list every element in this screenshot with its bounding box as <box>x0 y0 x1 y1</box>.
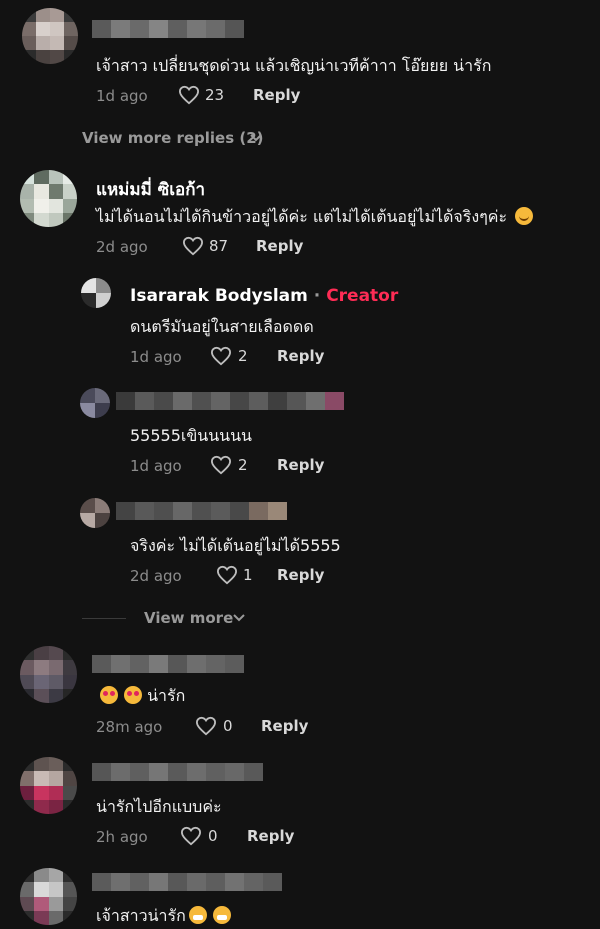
like-count: 0 <box>208 827 218 845</box>
heart-eyes-emoji-icon <box>100 686 118 704</box>
avatar[interactable] <box>81 278 111 308</box>
comment-time: 28m ago <box>96 718 163 736</box>
divider <box>82 618 126 619</box>
comment-text-body: ไม่ได้นอนไม่ได้กินข้าวอยู่ได้ค่ะ แต่ไม่ไ… <box>96 207 508 226</box>
comment-text-body: น่ารัก <box>147 686 186 705</box>
view-more-button[interactable]: View more <box>144 609 233 627</box>
comment-time: 1d ago <box>130 348 182 366</box>
badge-separator: · <box>313 286 321 306</box>
grin-emoji-icon <box>212 906 231 924</box>
heart-icon[interactable] <box>180 826 202 846</box>
blurred-username <box>92 655 244 673</box>
avatar[interactable] <box>20 868 77 925</box>
comment-text: 55555เขินนนนน <box>130 426 252 445</box>
heart-icon[interactable] <box>216 565 238 585</box>
heart-icon[interactable] <box>178 85 200 105</box>
avatar[interactable] <box>20 757 77 814</box>
comment-time: 2d ago <box>96 238 148 256</box>
heart-icon[interactable] <box>210 346 232 366</box>
reply-button[interactable]: Reply <box>247 827 294 845</box>
comment-time: 1d ago <box>130 457 182 475</box>
like-count: 2 <box>238 456 248 474</box>
reply-button[interactable]: Reply <box>277 566 324 584</box>
heart-icon[interactable] <box>195 716 217 736</box>
view-more-replies-button[interactable]: View more replies (2) <box>82 129 264 147</box>
comment-text: เจ้าสาว เปลี่ยนชุดด่วน แล้วเชิญน่าเวทีค้… <box>96 56 492 75</box>
avatar[interactable] <box>20 646 77 703</box>
like-count: 23 <box>205 86 225 104</box>
grin-emoji-icon <box>188 906 207 924</box>
avatar[interactable] <box>22 8 78 64</box>
comment-time: 2d ago <box>130 567 182 585</box>
blurred-username <box>116 502 287 520</box>
chevron-down-icon <box>233 614 245 622</box>
blurred-username <box>116 392 344 410</box>
avatar[interactable] <box>80 498 110 528</box>
smile-emoji-icon <box>515 207 534 225</box>
like-count: 2 <box>238 347 248 365</box>
reply-button[interactable]: Reply <box>261 717 308 735</box>
blurred-username <box>92 763 263 781</box>
like-count: 0 <box>223 717 233 735</box>
creator-name[interactable]: Isararak Bodyslam <box>130 286 308 306</box>
comment-text: น่ารัก <box>96 684 185 709</box>
comment-text: ดนตรีมันอยู่ในสายเลือดดด <box>130 317 314 336</box>
comment-time: 2h ago <box>96 828 148 846</box>
reply-button[interactable]: Reply <box>277 347 324 365</box>
comment-text-body: เจ้าสาวน่ารัก <box>96 906 186 925</box>
comment-text: น่ารักไปอีกแบบค่ะ <box>96 797 222 816</box>
avatar[interactable] <box>20 170 77 227</box>
comment-text: เจ้าสาวน่ารัก <box>96 904 231 929</box>
heart-icon[interactable] <box>182 236 204 256</box>
comment-username[interactable]: Isararak Bodyslam · Creator <box>130 286 398 306</box>
comment-time: 1d ago <box>96 87 148 105</box>
reply-button[interactable]: Reply <box>277 456 324 474</box>
heart-eyes-emoji-icon <box>124 686 142 704</box>
comment-username[interactable]: แหม่มมี่ ซิเอก้า <box>96 176 205 203</box>
chevron-down-icon <box>250 134 262 142</box>
blurred-username <box>92 873 282 891</box>
comment-text: จริงค่ะ ไม่ได้เต้นอยู่ไม่ได้5555 <box>130 536 341 555</box>
like-count: 1 <box>243 566 253 584</box>
reply-button[interactable]: Reply <box>253 86 300 104</box>
comment-text: ไม่ได้นอนไม่ได้กินข้าวอยู่ได้ค่ะ แต่ไม่ไ… <box>96 205 534 230</box>
avatar[interactable] <box>80 388 110 418</box>
like-count: 87 <box>209 237 229 255</box>
creator-badge: Creator <box>326 286 399 306</box>
blurred-username <box>92 20 244 38</box>
reply-button[interactable]: Reply <box>256 237 303 255</box>
heart-icon[interactable] <box>210 455 232 475</box>
